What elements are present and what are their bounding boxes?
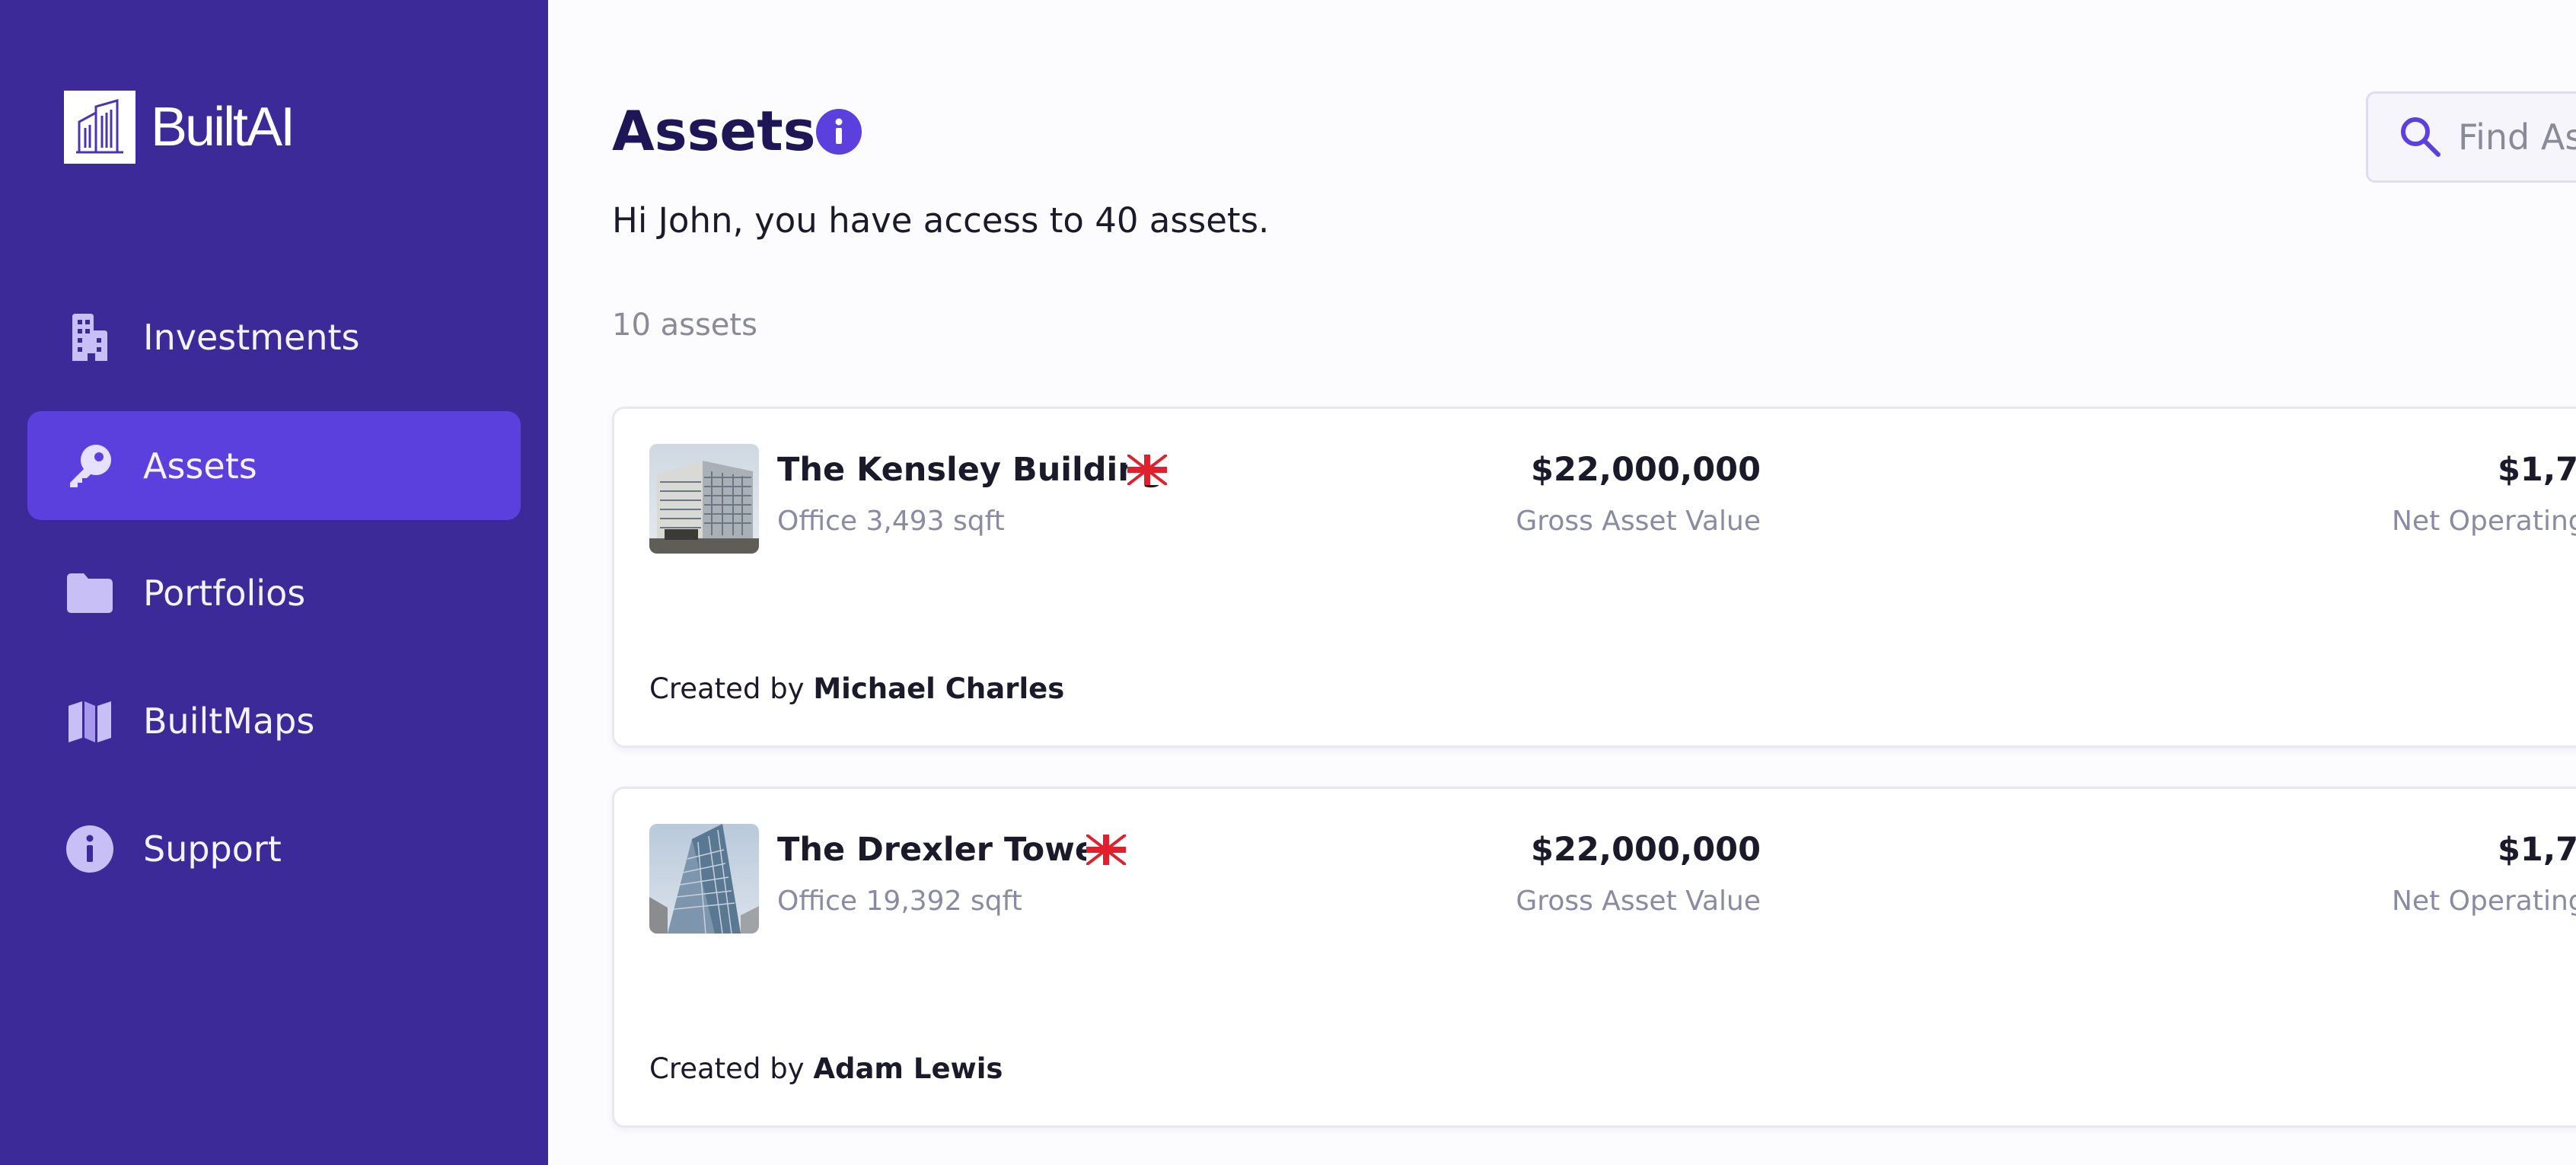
sidebar-item-label: Assets: [143, 445, 257, 487]
created-by-name: Adam Lewis: [813, 1052, 1003, 1085]
created-by: Created by Adam Lewis: [649, 1052, 1003, 1085]
asset-type-size: Office 3,493 sqft: [777, 506, 1005, 537]
gross-asset-value-label: Gross Asset Value: [1516, 886, 1761, 917]
sidebar-item-label: BuiltMaps: [143, 700, 315, 742]
asset-card[interactable]: The Drexler Tower Office 19,392 sqft $22…: [612, 787, 2576, 1128]
gross-asset-value: $22,000,000: [1531, 831, 1761, 869]
net-operating-income: $1,76: [2498, 451, 2576, 489]
greeting-text: Hi John, you have access to 40 assets.: [612, 200, 1270, 241]
sidebar-item-label: Investments: [143, 316, 360, 358]
sidebar-item-assets[interactable]: Assets: [27, 411, 521, 520]
asset-card[interactable]: The Kensley Building Office 3,493 sqft $…: [612, 407, 2576, 748]
uk-flag-icon: [1085, 833, 1127, 867]
asset-type-size: Office 19,392 sqft: [777, 886, 1022, 917]
search-icon: [2399, 115, 2443, 159]
sidebar-item-builtmaps[interactable]: BuiltMaps: [27, 666, 521, 775]
uk-flag-icon: [1126, 453, 1168, 487]
net-operating-income-label: Net Operating: [2392, 506, 2576, 537]
created-by: Created by Michael Charles: [649, 672, 1064, 705]
brand-logo[interactable]: BuiltAI: [64, 91, 295, 164]
sidebar-item-investments[interactable]: Investments: [27, 282, 521, 391]
buildings-logo-icon: [64, 91, 135, 164]
page-title: Assets: [612, 99, 816, 163]
search-input[interactable]: [2458, 116, 2576, 158]
net-operating-income: $1,76: [2498, 831, 2576, 869]
sidebar-item-support[interactable]: Support: [27, 794, 521, 903]
map-icon: [65, 697, 114, 745]
info-icon: [65, 825, 114, 873]
net-operating-income-label: Net Operating: [2392, 886, 2576, 917]
building-icon: [65, 313, 114, 362]
created-by-name: Michael Charles: [813, 672, 1065, 705]
created-by-prefix: Created by: [649, 672, 805, 705]
building-thumbnail: [649, 444, 759, 554]
search-box[interactable]: [2366, 91, 2576, 183]
asset-name[interactable]: The Drexler Tower: [777, 831, 1113, 869]
asset-count: 10 assets: [612, 308, 757, 343]
sidebar-item-label: Support: [143, 828, 282, 870]
gross-asset-value-label: Gross Asset Value: [1516, 506, 1761, 537]
folder-icon: [65, 569, 114, 618]
gross-asset-value: $22,000,000: [1531, 451, 1761, 489]
key-icon: [65, 442, 114, 490]
sidebar-item-portfolios[interactable]: Portfolios: [27, 538, 521, 647]
building-thumbnail: [649, 824, 759, 934]
info-icon[interactable]: [816, 109, 862, 155]
sidebar: BuiltAI Investments Assets Portfolios Bu…: [0, 0, 548, 1165]
asset-name[interactable]: The Kensley Building: [777, 451, 1165, 489]
created-by-prefix: Created by: [649, 1052, 805, 1085]
sidebar-item-label: Portfolios: [143, 572, 306, 614]
brand-name: BuiltAI: [151, 97, 295, 158]
